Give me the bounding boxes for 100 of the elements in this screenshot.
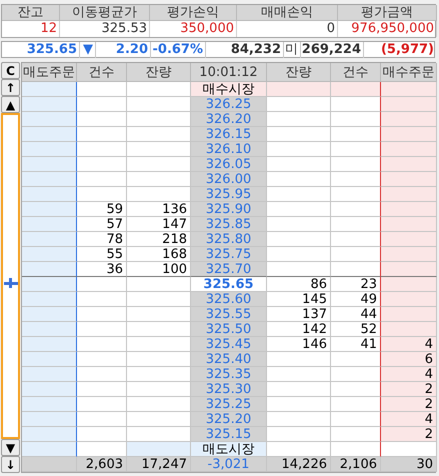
table-cell	[22, 352, 77, 367]
open-interest-value: 269,224	[301, 42, 364, 58]
rate-value: -0.67%	[151, 42, 206, 58]
table-cell: 325.40	[191, 352, 267, 367]
table-cell	[22, 382, 77, 397]
table-cell	[267, 97, 331, 112]
table-cell	[381, 307, 437, 322]
table-cell: 218	[127, 232, 191, 247]
table-cell	[127, 337, 191, 352]
table-cell: 44	[331, 307, 381, 322]
table-cell	[77, 382, 127, 397]
table-cell	[267, 82, 331, 97]
table-cell	[331, 382, 381, 397]
table-cell	[331, 442, 381, 457]
table-cell: 350,000	[150, 21, 237, 37]
table-cell: 326.15	[191, 127, 267, 142]
table-cell	[381, 247, 437, 262]
table-cell	[381, 127, 437, 142]
table-cell	[127, 442, 191, 457]
table-cell: 55	[77, 247, 127, 262]
change-value: 2.20	[96, 42, 151, 58]
table-cell	[127, 322, 191, 337]
table-cell: 2	[381, 382, 437, 397]
table-cell	[331, 262, 381, 277]
table-cell: 136	[127, 202, 191, 217]
table-cell	[127, 427, 191, 442]
table-cell	[331, 112, 381, 127]
table-cell: 86	[267, 277, 331, 292]
table-cell: 976,950,000	[338, 21, 437, 37]
table-cell	[331, 82, 381, 97]
table-cell	[267, 412, 331, 427]
table-cell	[331, 127, 381, 142]
table-cell: 23	[331, 277, 381, 292]
table-cell: 147	[127, 217, 191, 232]
table-cell	[77, 367, 127, 382]
table-cell: 49	[331, 292, 381, 307]
table-cell	[331, 427, 381, 442]
table-cell	[77, 142, 127, 157]
table-cell	[331, 217, 381, 232]
scroll-button[interactable]: ▲	[1, 96, 20, 113]
open-interest-change: (5,977)	[380, 42, 435, 58]
column-header: 평가손익	[150, 5, 237, 21]
table-cell: 146	[267, 337, 331, 352]
table-cell	[22, 82, 77, 97]
table-cell: 매수시장	[191, 82, 267, 97]
table-cell: 매도시장	[191, 442, 267, 457]
table-cell	[127, 127, 191, 142]
table-cell: 2,106	[331, 457, 381, 472]
table-cell	[267, 262, 331, 277]
table-cell: 168	[127, 247, 191, 262]
table-cell: 12	[2, 21, 60, 37]
table-cell: 36	[77, 262, 127, 277]
volume-value: 84,232	[206, 42, 284, 58]
table-cell	[22, 412, 77, 427]
table-cell	[22, 307, 77, 322]
table-cell	[127, 412, 191, 427]
table-cell: 325.80	[191, 232, 267, 247]
column-header: 매수주문	[381, 63, 437, 82]
table-cell: 326.05	[191, 157, 267, 172]
column-header: 10:01:12	[191, 63, 267, 82]
table-cell	[22, 112, 77, 127]
scroll-button[interactable]: ↓	[1, 456, 20, 473]
table-cell	[127, 367, 191, 382]
table-cell	[381, 187, 437, 202]
table-cell	[267, 157, 331, 172]
table-cell	[381, 232, 437, 247]
table-cell: 325.50	[191, 322, 267, 337]
scroll-button[interactable]: C	[1, 62, 20, 79]
table-cell	[77, 277, 127, 292]
table-cell	[22, 322, 77, 337]
table-cell: 145	[267, 292, 331, 307]
table-cell	[381, 82, 437, 97]
table-cell: 2,603	[77, 457, 127, 472]
marker-icon[interactable]	[4, 278, 18, 288]
table-cell	[381, 322, 437, 337]
table-cell	[127, 277, 191, 292]
table-cell	[77, 442, 127, 457]
table-cell	[381, 157, 437, 172]
table-cell	[267, 427, 331, 442]
table-cell	[127, 157, 191, 172]
table-cell: 4	[381, 412, 437, 427]
table-cell	[22, 442, 77, 457]
table-cell	[77, 352, 127, 367]
table-cell: 325.35	[191, 367, 267, 382]
table-cell: -3,021	[191, 457, 267, 472]
table-cell: 14,226	[267, 457, 331, 472]
scroll-button[interactable]: ▼	[1, 439, 20, 456]
table-cell: 325.95	[191, 187, 267, 202]
table-cell	[127, 97, 191, 112]
price-value: 325.65	[2, 42, 80, 58]
table-cell	[22, 202, 77, 217]
table-cell	[77, 82, 127, 97]
table-cell: 2	[381, 427, 437, 442]
table-cell: 325.70	[191, 262, 267, 277]
table-cell	[77, 322, 127, 337]
scroll-button[interactable]: ↑	[1, 79, 20, 96]
table-cell: 52	[331, 322, 381, 337]
table-cell: 325.65	[191, 277, 267, 292]
table-cell: 325.55	[191, 307, 267, 322]
table-cell: 17,247	[127, 457, 191, 472]
